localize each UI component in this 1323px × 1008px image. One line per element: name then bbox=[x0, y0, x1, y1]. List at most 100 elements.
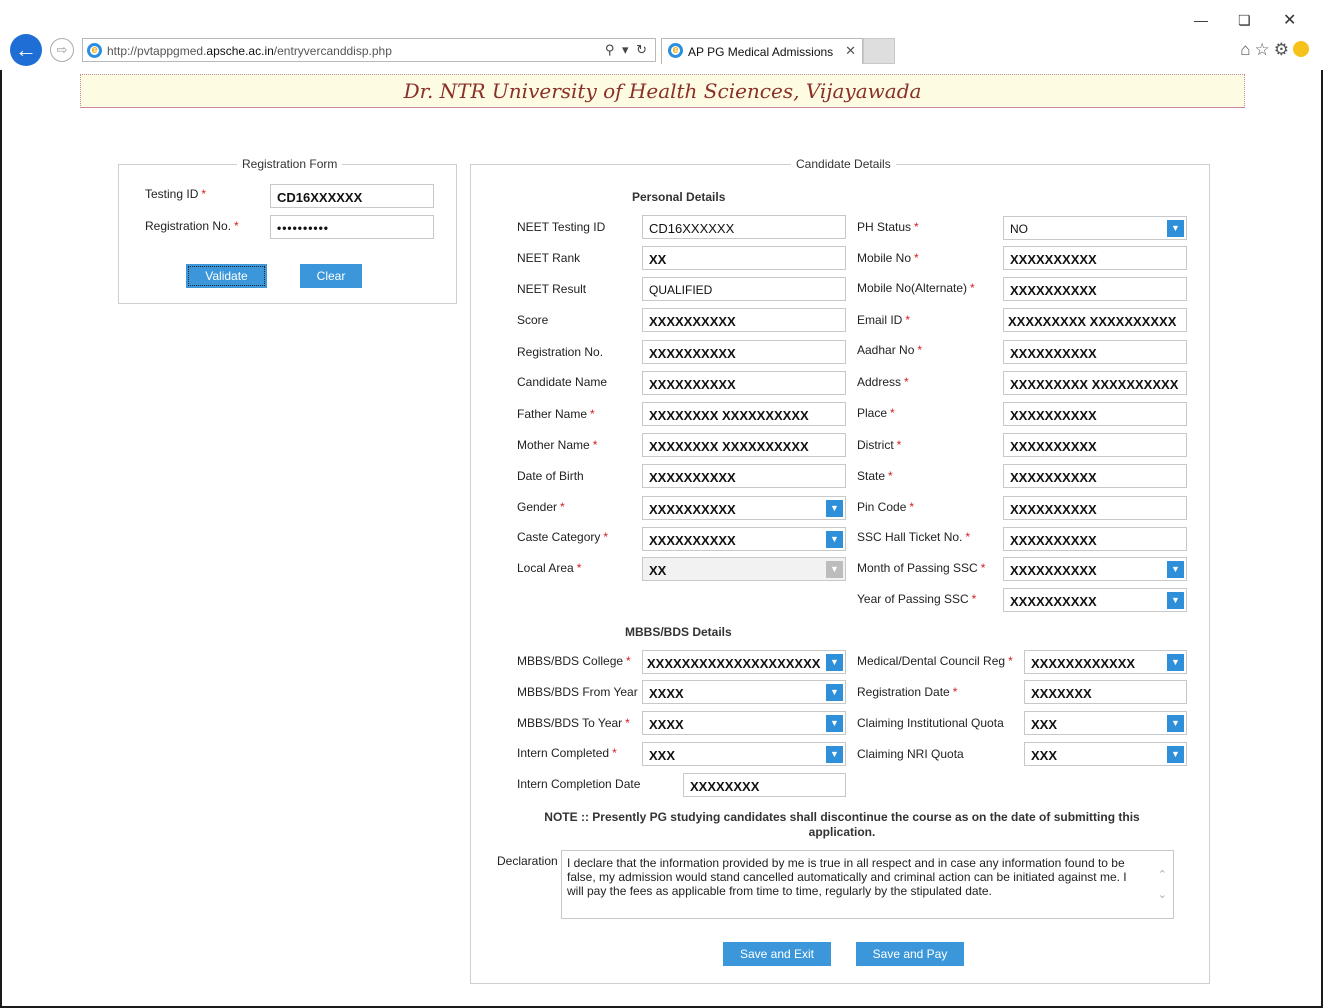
pin-code-input[interactable]: XXXXXXXXXX bbox=[1003, 496, 1187, 520]
candidate-name-input[interactable]: XXXXXXXXXX bbox=[642, 371, 846, 395]
mobile-no-input[interactable]: XXXXXXXXXX bbox=[1003, 246, 1187, 270]
mobile-no-label: Mobile No * bbox=[857, 251, 919, 265]
gear-icon[interactable]: ⚙ bbox=[1274, 40, 1293, 59]
close-window-icon[interactable]: ✕ bbox=[1283, 10, 1296, 30]
chevron-down-icon[interactable]: ▼ bbox=[826, 715, 843, 732]
clear-button[interactable]: Clear bbox=[300, 264, 362, 288]
state-input[interactable]: XXXXXXXXXX bbox=[1003, 464, 1187, 488]
back-arrow-icon[interactable]: ← bbox=[10, 34, 42, 66]
chevron-down-icon[interactable]: ▼ bbox=[1167, 715, 1184, 732]
ph-status-select[interactable]: NO ▼ bbox=[1003, 216, 1187, 240]
personal-details-heading: Personal Details bbox=[632, 190, 726, 204]
chevron-down-icon[interactable]: ▼ bbox=[1167, 746, 1184, 763]
father-name-input[interactable]: XXXXXXXX XXXXXXXXXX bbox=[642, 402, 846, 426]
score-input[interactable]: XXXXXXXXXX bbox=[642, 308, 846, 332]
address-bar[interactable]: e http://pvtappgmed.apsche.ac.in/entryve… bbox=[82, 38, 656, 62]
council-reg-select[interactable]: XXXXXXXXXXXX ▼ bbox=[1024, 650, 1187, 674]
email-id-input[interactable]: XXXXXXXXX XXXXXXXXXX bbox=[1003, 308, 1187, 332]
save-and-pay-button[interactable]: Save and Pay bbox=[856, 942, 964, 966]
nri-quota-label: Claiming NRI Quota bbox=[857, 747, 964, 761]
caste-category-select[interactable]: XXXXXXXXXX ▼ bbox=[642, 527, 846, 551]
declaration-label: Declaration bbox=[497, 854, 558, 868]
mobile-alternate-label: Mobile No(Alternate) * bbox=[857, 281, 975, 295]
father-name-label: Father Name * bbox=[517, 407, 595, 421]
browser-tab[interactable]: e AP PG Medical Admissions ✕ bbox=[661, 38, 863, 64]
chevron-down-icon[interactable]: ▼ bbox=[826, 746, 843, 763]
testing-id-input[interactable]: CD16XXXXXX bbox=[270, 184, 434, 208]
registration-no-password-input[interactable]: •••••••••• bbox=[270, 215, 434, 239]
chevron-down-icon[interactable]: ▼ bbox=[1167, 561, 1184, 578]
pin-code-label: Pin Code * bbox=[857, 500, 915, 514]
neet-testing-id-input[interactable]: CD16XXXXXX bbox=[642, 215, 846, 239]
council-reg-label: Medical/Dental Council Reg * bbox=[857, 654, 1013, 668]
mbbs-from-year-select[interactable]: XXXX ▼ bbox=[642, 680, 846, 704]
chevron-down-icon[interactable]: ▼ bbox=[826, 654, 843, 671]
tab-close-icon[interactable]: ✕ bbox=[845, 43, 856, 59]
registration-date-label: Registration Date * bbox=[857, 685, 958, 699]
smiley-feedback-icon[interactable] bbox=[1293, 41, 1309, 57]
new-tab-button[interactable] bbox=[863, 38, 895, 64]
mbbs-to-year-select[interactable]: XXXX ▼ bbox=[642, 711, 846, 735]
mobile-alternate-input[interactable]: XXXXXXXXXX bbox=[1003, 277, 1187, 301]
favorites-star-icon[interactable]: ☆ bbox=[1255, 40, 1274, 59]
mbbs-college-select[interactable]: XXXXXXXXXXXXXXXXXXXX ▼ bbox=[642, 650, 846, 674]
registration-no-display-label: Registration No. bbox=[517, 345, 604, 359]
declaration-textarea[interactable]: I declare that the information provided … bbox=[561, 850, 1174, 919]
forward-arrow-icon[interactable]: ⇨ bbox=[50, 38, 74, 62]
validate-button[interactable]: Validate bbox=[186, 264, 267, 288]
save-and-exit-button[interactable]: Save and Exit bbox=[723, 942, 831, 966]
ph-status-label: PH Status * bbox=[857, 220, 919, 234]
local-area-select[interactable]: XX ▼ bbox=[642, 557, 846, 581]
registration-no-label: Registration No. * bbox=[145, 219, 239, 233]
chevron-down-icon[interactable]: ▼ bbox=[826, 684, 843, 701]
chevron-down-icon[interactable]: ▼ bbox=[826, 500, 843, 517]
chevron-down-icon[interactable]: ▼ bbox=[1167, 220, 1184, 237]
chevron-down-icon[interactable]: ▼ bbox=[826, 531, 843, 548]
registration-no-display-input[interactable]: XXXXXXXXXX bbox=[642, 340, 846, 364]
chevron-down-icon: ▼ bbox=[826, 561, 843, 578]
address-input[interactable]: XXXXXXXXX XXXXXXXXXX bbox=[1003, 371, 1187, 395]
mbbs-to-year-label: MBBS/BDS To Year * bbox=[517, 716, 630, 730]
neet-rank-input[interactable]: XX bbox=[642, 246, 846, 270]
date-of-birth-input[interactable]: XXXXXXXXXX bbox=[642, 464, 846, 488]
institutional-quota-select[interactable]: XXX ▼ bbox=[1024, 711, 1187, 735]
ssc-hall-ticket-label: SSC Hall Ticket No. * bbox=[857, 530, 971, 544]
month-passing-ssc-select[interactable]: XXXXXXXXXX ▼ bbox=[1003, 557, 1187, 581]
intern-completed-label: Intern Completed * bbox=[517, 746, 617, 760]
score-label: Score bbox=[517, 313, 549, 327]
year-passing-ssc-select[interactable]: XXXXXXXXXX ▼ bbox=[1003, 588, 1187, 612]
tab-ie-icon: e bbox=[668, 43, 683, 58]
minimize-icon[interactable]: — bbox=[1194, 12, 1208, 28]
place-input[interactable]: XXXXXXXXXX bbox=[1003, 402, 1187, 426]
chevron-down-icon[interactable]: ▼ bbox=[1167, 654, 1184, 671]
search-refresh-icon[interactable]: ⚲ ▾ ↻ bbox=[605, 42, 649, 58]
aadhar-no-input[interactable]: XXXXXXXXXX bbox=[1003, 340, 1187, 364]
intern-completed-select[interactable]: XXX ▼ bbox=[642, 742, 846, 766]
mbbs-college-label: MBBS/BDS College * bbox=[517, 654, 631, 668]
chevron-down-icon[interactable]: ▼ bbox=[1167, 592, 1184, 609]
district-label: District * bbox=[857, 438, 902, 452]
testing-id-label: Testing ID * bbox=[145, 187, 207, 201]
home-icon[interactable]: ⌂ bbox=[1240, 40, 1254, 59]
address-label: Address * bbox=[857, 375, 909, 389]
ssc-hall-ticket-input[interactable]: XXXXXXXXXX bbox=[1003, 527, 1187, 551]
ie-logo-icon: e bbox=[87, 43, 102, 58]
neet-result-label: NEET Result bbox=[517, 282, 587, 296]
nri-quota-select[interactable]: XXX ▼ bbox=[1024, 742, 1187, 766]
restore-icon[interactable]: ❏ bbox=[1238, 12, 1251, 29]
intern-completion-date-label: Intern Completion Date bbox=[517, 777, 641, 791]
caste-category-label: Caste Category * bbox=[517, 530, 609, 544]
local-area-label: Local Area * bbox=[517, 561, 582, 575]
scrollbar[interactable]: ⌃ ⌄ bbox=[1158, 865, 1167, 905]
year-passing-ssc-label: Year of Passing SSC * bbox=[857, 592, 977, 606]
candidate-details-legend: Candidate Details bbox=[791, 157, 896, 171]
university-banner: Dr. NTR University of Health Sciences, V… bbox=[80, 74, 1245, 108]
registration-date-input[interactable]: XXXXXXX bbox=[1024, 680, 1187, 704]
intern-completion-date-input[interactable]: XXXXXXXX bbox=[683, 773, 846, 797]
district-input[interactable]: XXXXXXXXXX bbox=[1003, 433, 1187, 457]
gender-select[interactable]: XXXXXXXXXX ▼ bbox=[642, 496, 846, 520]
neet-result-input[interactable]: QUALIFIED bbox=[642, 277, 846, 301]
browser-chrome: ← ⇨ e http://pvtappgmed.apsche.ac.in/ent… bbox=[0, 0, 1323, 70]
mother-name-input[interactable]: XXXXXXXX XXXXXXXXXX bbox=[642, 433, 846, 457]
state-label: State * bbox=[857, 469, 893, 483]
